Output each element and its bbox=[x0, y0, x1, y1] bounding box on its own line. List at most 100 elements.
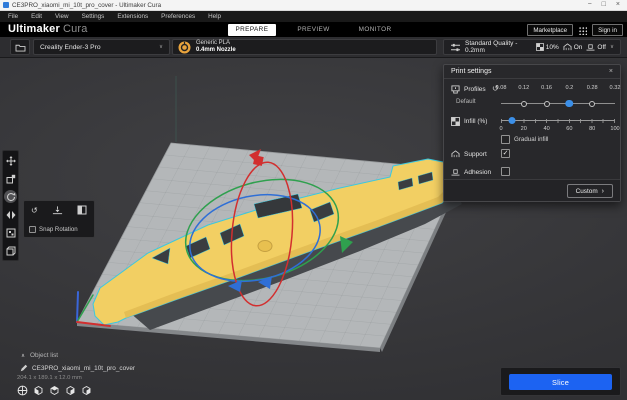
adhesion-summary: Off bbox=[586, 43, 606, 51]
minimize-button[interactable]: − bbox=[588, 0, 592, 10]
profile-slider[interactable] bbox=[501, 99, 615, 108]
profile-tick: 0.2 bbox=[566, 85, 574, 91]
gradual-infill-label: Gradual infill bbox=[514, 136, 548, 143]
align-face-button[interactable] bbox=[77, 205, 87, 215]
nozzle-size: 0.4mm Nozzle bbox=[196, 47, 236, 54]
check-icon: ✓ bbox=[503, 150, 509, 157]
marketplace-button[interactable]: Marketplace bbox=[527, 24, 573, 36]
view-left-button[interactable] bbox=[64, 384, 76, 396]
print-settings-summary[interactable]: Standard Quality - 0.2mm 10% On Off ∨ bbox=[443, 39, 621, 55]
adhesion-icon bbox=[586, 43, 595, 51]
tab-preview[interactable]: PREVIEW bbox=[289, 24, 337, 36]
support-blocker-button[interactable] bbox=[4, 244, 17, 257]
cura-window: CE3PRO_xiaomi_mi_10t_pro_cover - Ultimak… bbox=[0, 0, 627, 400]
default-profile-label: Default bbox=[456, 98, 476, 105]
chevron-down-icon: ∨ bbox=[159, 44, 163, 50]
print-settings-panel: Print settings × Profiles ↺ 0.08 0.12 0.… bbox=[443, 64, 621, 202]
mirror-tool-button[interactable] bbox=[4, 208, 17, 221]
printer-name: Creality Ender-3 Pro bbox=[40, 44, 101, 51]
close-button[interactable]: × bbox=[616, 0, 620, 10]
view-front-button[interactable] bbox=[32, 384, 44, 396]
custom-label: Custom bbox=[576, 188, 598, 195]
adhesion-checkbox[interactable]: ✓ bbox=[501, 167, 510, 176]
object-list-item[interactable]: CE3PRO_xiaomi_mi_10t_pro_cover bbox=[20, 364, 135, 372]
infill-tick: 0 bbox=[499, 126, 502, 132]
infill-density-icon bbox=[451, 117, 460, 126]
tab-monitor[interactable]: MONITOR bbox=[351, 24, 400, 36]
profile-tick: 0.28 bbox=[587, 85, 598, 91]
menu-item-settings[interactable]: Settings bbox=[82, 13, 105, 20]
menu-item-view[interactable]: View bbox=[55, 13, 69, 20]
infill-row: Infill (%) bbox=[451, 117, 487, 126]
snap-rotation-label: Snap Rotation bbox=[39, 226, 78, 233]
support-checkbox[interactable]: ✓ bbox=[501, 149, 510, 158]
support-summary: On bbox=[563, 43, 583, 51]
rotate-tool-button[interactable] bbox=[4, 190, 17, 203]
lay-flat-button[interactable] bbox=[52, 205, 63, 215]
view-3d-button[interactable] bbox=[16, 384, 28, 396]
support-blocker-icon bbox=[6, 246, 16, 256]
tab-prepare[interactable]: PREPARE bbox=[227, 24, 276, 36]
infill-tick: 60 bbox=[566, 126, 572, 132]
snap-rotation-checkbox[interactable]: ✓ bbox=[29, 226, 36, 233]
printer-selector[interactable]: Creality Ender-3 Pro ∨ bbox=[33, 39, 170, 55]
menu-item-edit[interactable]: Edit bbox=[31, 13, 42, 20]
per-model-settings-icon bbox=[6, 228, 16, 238]
action-panel: Slice bbox=[500, 367, 621, 396]
view-right-button[interactable] bbox=[80, 384, 92, 396]
menu-item-file[interactable]: File bbox=[8, 13, 18, 20]
infill-summary: 10% bbox=[536, 43, 559, 51]
infill-tick: 20 bbox=[521, 126, 527, 132]
window-title: CE3PRO_xiaomi_mi_10t_pro_cover - Ultimak… bbox=[12, 2, 161, 9]
material-selector[interactable]: Generic PLA 0.4mm Nozzle bbox=[172, 39, 437, 55]
profile-stop[interactable] bbox=[521, 101, 527, 107]
sign-in-button[interactable]: Sign in bbox=[592, 24, 623, 36]
reset-rotation-button[interactable]: ↺ bbox=[31, 206, 38, 215]
infill-slider[interactable] bbox=[501, 116, 615, 125]
stage-tabs: PREPARE PREVIEW MONITOR bbox=[227, 22, 399, 37]
app-icon bbox=[3, 2, 9, 8]
object-list-label: Object list bbox=[30, 352, 58, 359]
chevron-right-icon: › bbox=[602, 188, 604, 195]
profiles-row: Profiles bbox=[451, 85, 486, 94]
header-right-group: Marketplace Sign in bbox=[527, 24, 623, 36]
material-spool-icon bbox=[178, 41, 191, 54]
window-controls: − □ × bbox=[588, 0, 624, 10]
profile-summary: Standard Quality - 0.2mm bbox=[465, 40, 532, 54]
open-file-button[interactable] bbox=[10, 39, 30, 55]
custom-settings-button[interactable]: Custom › bbox=[567, 184, 613, 198]
menu-item-help[interactable]: Help bbox=[208, 13, 221, 20]
view-top-button[interactable] bbox=[48, 384, 60, 396]
profiles-label: Profiles bbox=[464, 86, 486, 93]
maximize-button[interactable]: □ bbox=[602, 0, 606, 10]
configuration-bar: Creality Ender-3 Pro ∨ Generic PLA 0.4mm… bbox=[0, 37, 627, 58]
move-tool-button[interactable] bbox=[4, 154, 17, 167]
menu-item-extensions[interactable]: Extensions bbox=[117, 13, 148, 20]
apps-grid-icon[interactable] bbox=[578, 26, 587, 35]
rotate-icon bbox=[6, 192, 16, 202]
app-header: UltimakerCura PREPARE PREVIEW MONITOR Ma… bbox=[0, 22, 627, 37]
profile-tick: 0.16 bbox=[541, 85, 552, 91]
profile-stop[interactable] bbox=[589, 101, 595, 107]
material-labels: Generic PLA 0.4mm Nozzle bbox=[196, 40, 236, 54]
rotate-tool-panel: ↺ ✓ Snap Rotation bbox=[23, 200, 95, 238]
close-panel-button[interactable]: × bbox=[609, 68, 613, 75]
per-model-settings-button[interactable] bbox=[4, 226, 17, 239]
infill-slider-handle[interactable] bbox=[509, 117, 516, 124]
support-row: Support bbox=[451, 150, 487, 158]
rotate-tool-actions: ↺ bbox=[24, 201, 94, 215]
profile-tick: 0.08 bbox=[496, 85, 507, 91]
scale-tool-button[interactable] bbox=[4, 172, 17, 185]
menu-item-preferences[interactable]: Preferences bbox=[161, 13, 195, 20]
model-camera-knob bbox=[258, 241, 272, 252]
profile-stop-selected[interactable] bbox=[566, 100, 574, 108]
gradual-infill-checkbox[interactable]: ✓ bbox=[501, 135, 510, 144]
object-list-header[interactable]: ∧ Object list bbox=[21, 352, 58, 359]
printer-profile-icon bbox=[451, 85, 460, 94]
menu-bar: File Edit View Settings Extensions Prefe… bbox=[0, 11, 627, 22]
material-name: Generic PLA bbox=[196, 40, 236, 47]
profile-tick-labels: 0.08 0.12 0.16 0.2 0.28 0.32 bbox=[501, 85, 615, 92]
slice-button[interactable]: Slice bbox=[509, 374, 612, 390]
infill-tick-labels: 0 20 40 60 80 100 bbox=[501, 126, 615, 133]
profile-stop[interactable] bbox=[544, 101, 550, 107]
